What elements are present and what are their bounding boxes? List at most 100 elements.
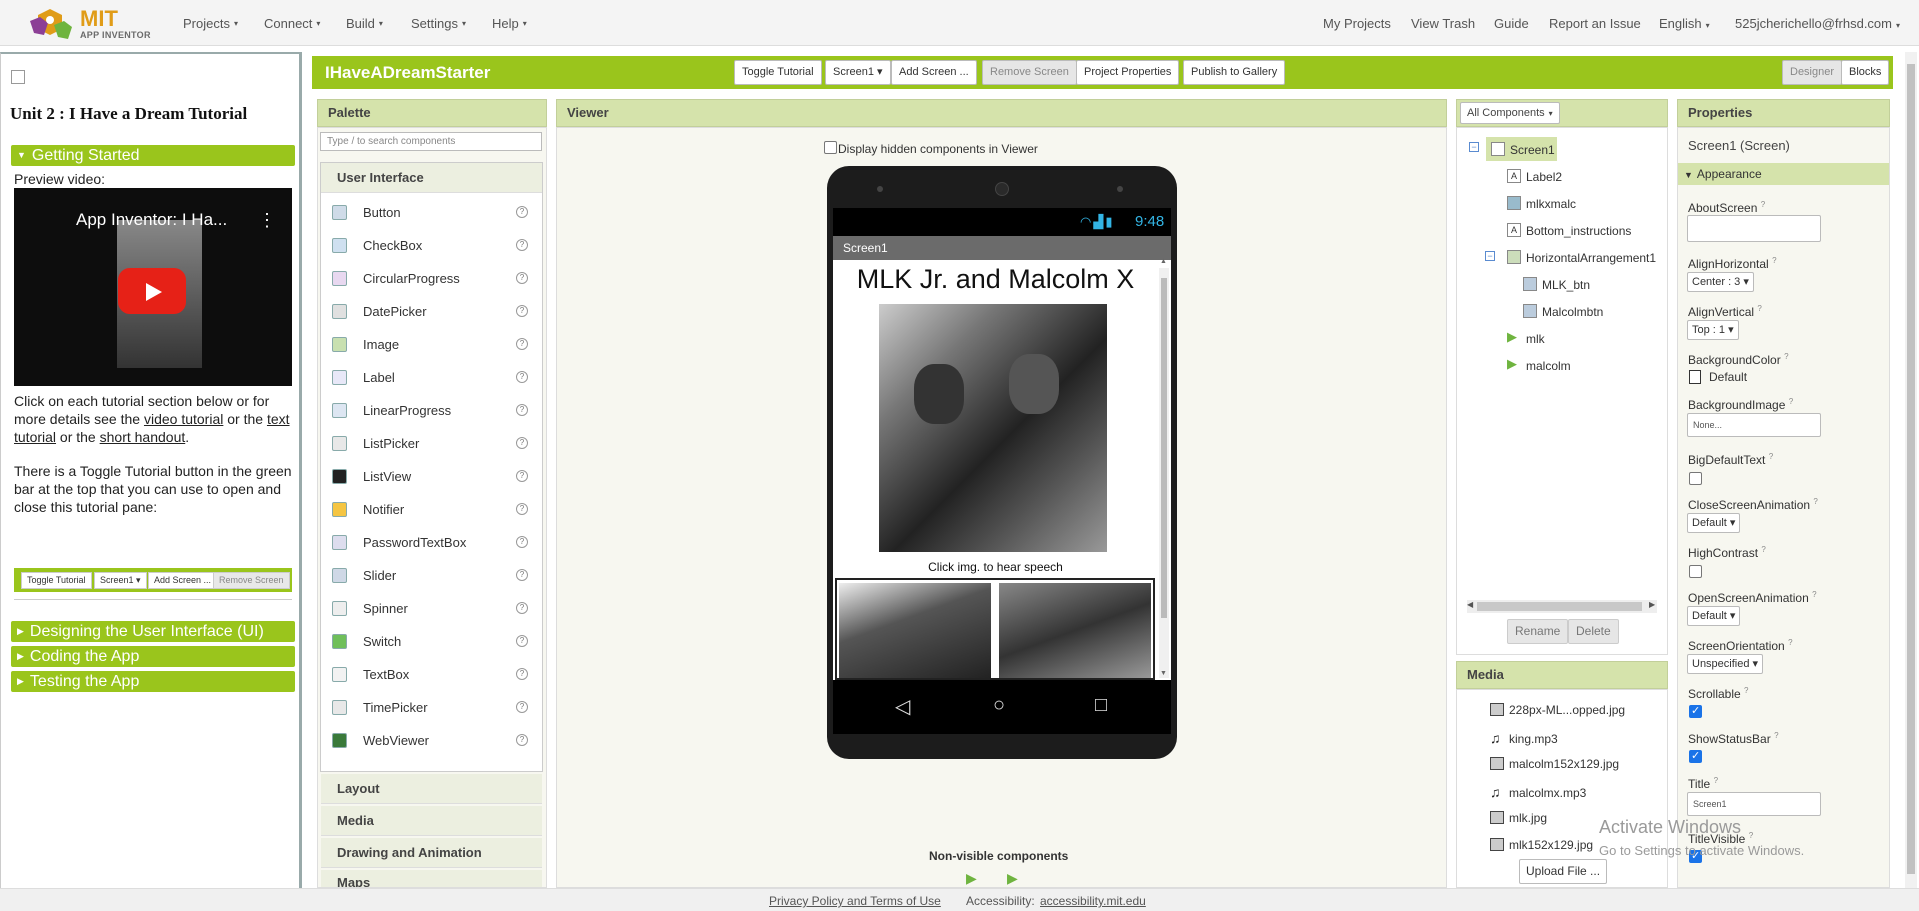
media-file-malcolmx-mp3[interactable]: ♫ malcolmx.mp3 <box>1490 784 1586 800</box>
help-icon[interactable]: ? <box>516 371 528 383</box>
palette-item-timepicker[interactable]: TimePicker? <box>332 698 532 718</box>
palette-item-button[interactable]: Button? <box>332 203 532 223</box>
about-screen-textarea[interactable] <box>1687 215 1821 242</box>
short-handout-link[interactable]: short handout <box>100 429 186 445</box>
menu-help[interactable]: Help ▾ <box>492 16 527 31</box>
page-scrollbar[interactable] <box>1905 52 1917 888</box>
orientation-select[interactable]: Unspecified ▾ <box>1687 654 1764 674</box>
nonvisible-player-malcolm-icon[interactable]: ▶ <box>1007 870 1018 887</box>
palette-item-linearprogress[interactable]: LinearProgress? <box>332 401 532 421</box>
link-my-projects[interactable]: My Projects <box>1323 16 1391 31</box>
section-coding-app[interactable]: ▶ Coding the App <box>11 646 295 667</box>
media-file-mlk-jpg[interactable]: mlk.jpg <box>1490 811 1547 825</box>
palette-item-slider[interactable]: Slider? <box>332 566 532 586</box>
mlkxmalc-image[interactable] <box>879 304 1107 552</box>
collapse-screen1-icon[interactable]: − <box>1469 142 1479 152</box>
help-icon[interactable]: ? <box>516 404 528 416</box>
blocks-button[interactable]: Blocks <box>1841 60 1890 85</box>
media-file-228px[interactable]: 228px-ML...opped.jpg <box>1490 703 1625 717</box>
big-default-text-checkbox[interactable] <box>1689 472 1702 485</box>
mlk-button[interactable] <box>839 583 991 678</box>
section-designing-ui[interactable]: ▶ Designing the User Interface (UI) <box>11 621 295 642</box>
align-vertical-select[interactable]: Top : 1 ▾ <box>1687 320 1739 340</box>
media-file-mlk152[interactable]: mlk152x129.jpg <box>1490 838 1593 852</box>
display-hidden-checkbox[interactable] <box>824 141 837 154</box>
video-embed[interactable]: App Inventor: I Ha... ⋮ <box>14 188 292 386</box>
project-properties-button[interactable]: Project Properties <box>1076 60 1180 85</box>
background-image-picker[interactable]: None... <box>1687 413 1821 437</box>
help-icon[interactable]: ? <box>516 569 528 581</box>
palette-category-layout[interactable]: Layout <box>321 774 542 804</box>
menu-settings[interactable]: Settings ▾ <box>411 16 466 31</box>
palette-item-circularprogress[interactable]: CircularProgress? <box>332 269 532 289</box>
help-icon[interactable]: ? <box>516 206 528 218</box>
screen-title-bar[interactable]: Screen1 <box>833 236 1171 260</box>
palette-category-maps[interactable]: Maps <box>321 870 542 888</box>
palette-item-textbox[interactable]: TextBox? <box>332 665 532 685</box>
scroll-down-arrow-icon[interactable]: ▼ <box>1160 670 1167 677</box>
help-icon[interactable]: ? <box>516 536 528 548</box>
screen-select-button[interactable]: Screen1 ▾ <box>825 60 891 85</box>
help-icon[interactable]: ? <box>516 338 528 350</box>
palette-category-media[interactable]: Media <box>321 806 542 836</box>
bottom-instructions-label[interactable]: Click img. to hear speech <box>833 560 1158 574</box>
appearance-group[interactable]: ▼ Appearance <box>1678 163 1889 185</box>
publish-gallery-button[interactable]: Publish to Gallery <box>1183 60 1286 85</box>
app-inventor-logo[interactable]: MIT APP INVENTOR <box>28 3 158 43</box>
section-getting-started[interactable]: ▼ Getting Started <box>11 145 295 166</box>
upload-file-button[interactable]: Upload File ... <box>1519 859 1608 884</box>
palette-item-checkbox[interactable]: CheckBox? <box>332 236 532 256</box>
privacy-link[interactable]: Privacy Policy and Terms of Use <box>769 894 941 908</box>
background-color-swatch[interactable] <box>1689 370 1701 384</box>
link-guide[interactable]: Guide <box>1494 16 1529 31</box>
help-icon[interactable]: ? <box>516 305 528 317</box>
designer-button[interactable]: Designer <box>1782 60 1843 85</box>
palette-item-webviewer[interactable]: WebViewer? <box>332 731 532 751</box>
palette-item-image[interactable]: Image? <box>332 335 532 355</box>
account-menu[interactable]: 525jcherichello@frhsd.com ▾ <box>1735 16 1900 31</box>
components-hscrollbar[interactable]: ◀ ▶ <box>1467 600 1657 613</box>
palette-category-drawing[interactable]: Drawing and Animation <box>321 838 542 868</box>
palette-item-passwordtextbox[interactable]: PasswordTextBox? <box>332 533 532 553</box>
help-icon[interactable]: ? <box>516 437 528 449</box>
palette-item-switch[interactable]: Switch? <box>332 632 532 652</box>
nonvisible-player-mlk-icon[interactable]: ▶ <box>966 870 977 887</box>
language-menu[interactable]: English ▾ <box>1659 16 1710 31</box>
open-anim-select[interactable]: Default ▾ <box>1687 606 1741 626</box>
menu-connect[interactable]: Connect ▾ <box>264 16 320 31</box>
add-screen-button[interactable]: Add Screen ... <box>891 60 977 85</box>
menu-build[interactable]: Build ▾ <box>346 16 383 31</box>
help-icon[interactable]: ? <box>516 503 528 515</box>
help-icon[interactable]: ? <box>516 734 528 746</box>
background-color-value[interactable]: Default <box>1709 370 1747 384</box>
video-more-icon[interactable]: ⋮ <box>258 210 276 231</box>
horizontal-arrangement[interactable] <box>835 578 1155 680</box>
link-report-issue[interactable]: Report an Issue <box>1549 16 1641 31</box>
media-file-malcolm152[interactable]: malcolm152x129.jpg <box>1490 757 1619 771</box>
screen-scrollbar[interactable] <box>1159 268 1169 678</box>
palette-item-label[interactable]: Label? <box>332 368 532 388</box>
palette-item-listview[interactable]: ListView? <box>332 467 532 487</box>
align-horizontal-select[interactable]: Center : 3 ▾ <box>1687 272 1754 292</box>
help-icon[interactable]: ? <box>516 668 528 680</box>
palette-search-input[interactable]: Type / to search components <box>320 132 542 151</box>
palette-item-datepicker[interactable]: DatePicker? <box>332 302 532 322</box>
malcolm-button[interactable] <box>999 583 1151 678</box>
toggle-tutorial-button[interactable]: Toggle Tutorial <box>734 60 822 85</box>
all-components-dropdown[interactable]: All Components ▾ <box>1460 102 1560 124</box>
help-icon[interactable]: ? <box>516 602 528 614</box>
help-icon[interactable]: ? <box>516 635 528 647</box>
title-input[interactable]: Screen1 <box>1687 792 1821 816</box>
scroll-up-arrow-icon[interactable]: ▲ <box>1160 258 1167 265</box>
video-tutorial-link[interactable]: video tutorial <box>144 411 223 427</box>
palette-category-user-interface[interactable]: User Interface <box>321 163 542 193</box>
palette-item-listpicker[interactable]: ListPicker? <box>332 434 532 454</box>
help-icon[interactable]: ? <box>516 701 528 713</box>
scrollable-checkbox[interactable] <box>1689 704 1702 718</box>
link-view-trash[interactable]: View Trash <box>1411 16 1475 31</box>
help-icon[interactable]: ? <box>516 239 528 251</box>
high-contrast-checkbox[interactable] <box>1689 565 1702 578</box>
help-icon[interactable]: ? <box>516 470 528 482</box>
help-icon[interactable]: ? <box>516 272 528 284</box>
palette-item-notifier[interactable]: Notifier? <box>332 500 532 520</box>
